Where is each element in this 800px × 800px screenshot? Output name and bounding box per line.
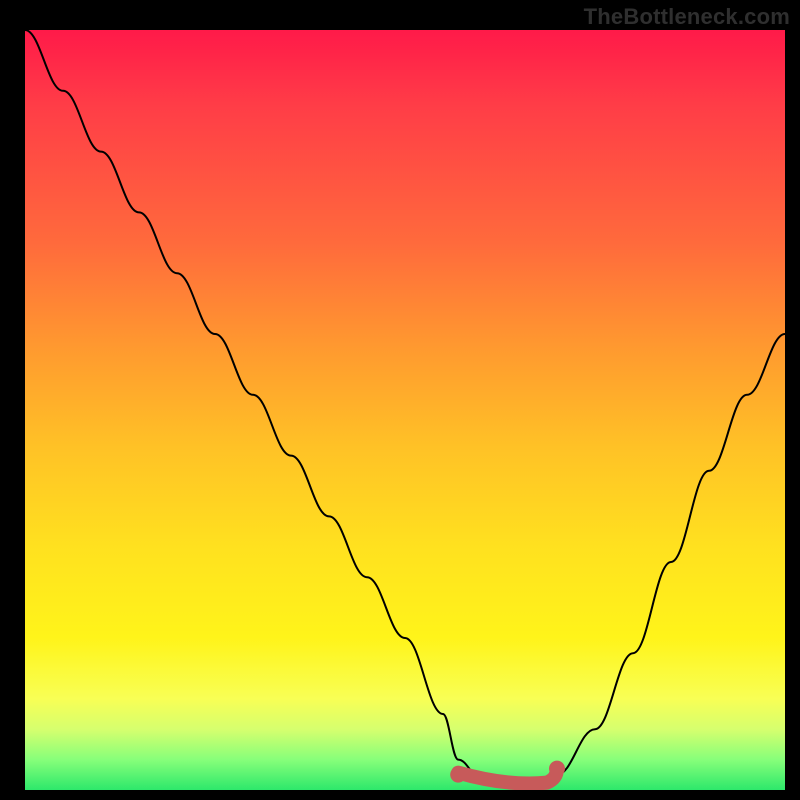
optimal-range-marker <box>25 30 785 790</box>
chart-stage: TheBottleneck.com <box>0 0 800 800</box>
plot-area <box>25 30 785 790</box>
watermark-text: TheBottleneck.com <box>584 4 790 30</box>
